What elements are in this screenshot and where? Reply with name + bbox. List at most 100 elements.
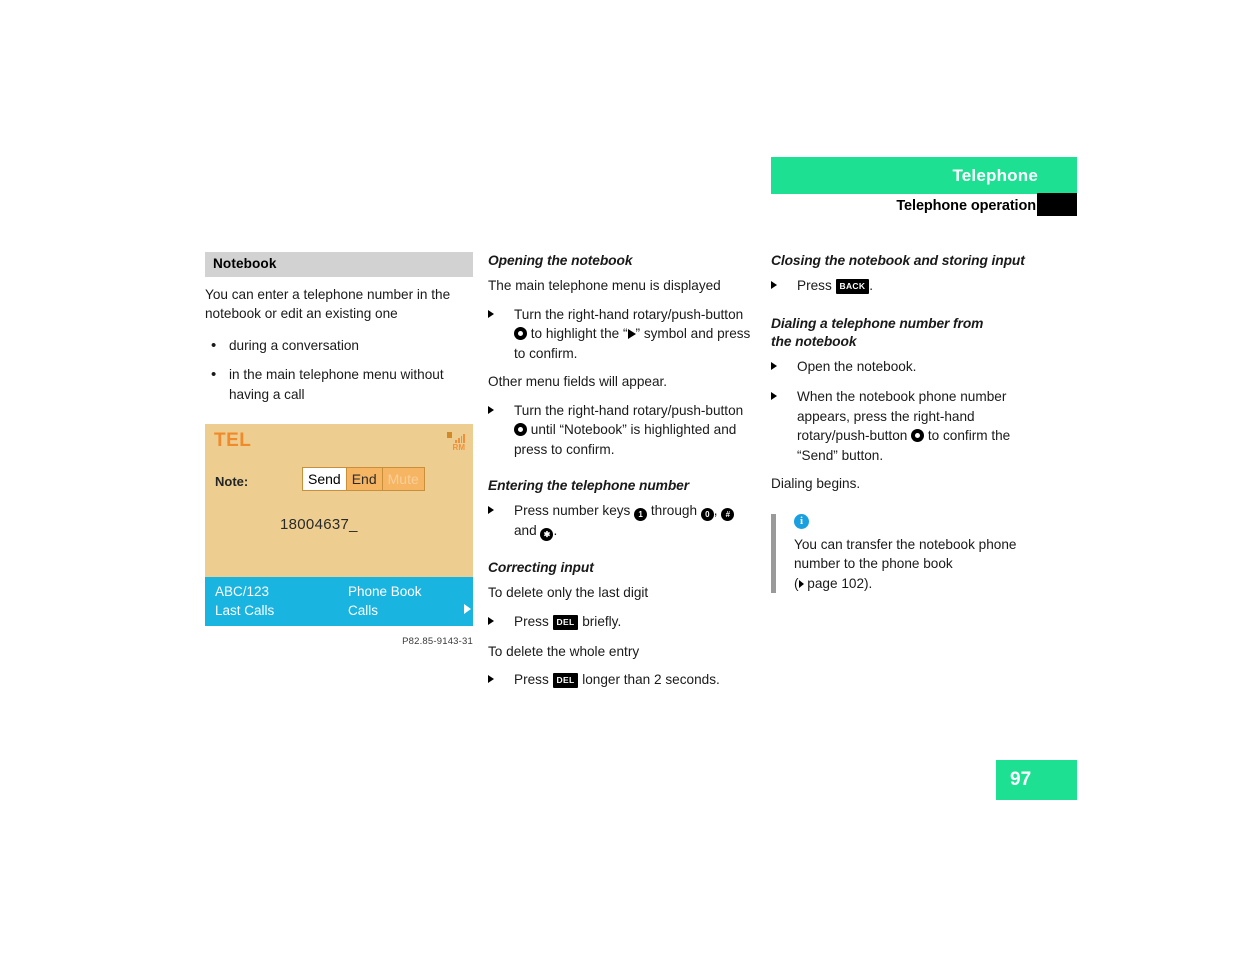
key-back-icon: BACK	[835, 279, 870, 294]
step-text-part-2: .	[869, 278, 874, 293]
chapter-thumb-tab	[1037, 193, 1077, 216]
step-text-part-1: Press number keys	[514, 503, 631, 518]
column-left: Notebook You can enter a telephone numbe…	[205, 252, 473, 652]
step-text-part-1: Press	[797, 278, 832, 293]
step-text-part-2: to highlight the “	[530, 326, 628, 341]
key-del-icon: DEL	[552, 614, 579, 630]
step-turn-rotary-notebook: Turn the right-hand rotary/push-button u…	[488, 401, 756, 460]
heading-closing-notebook: Closing the notebook and storing input	[771, 253, 1025, 268]
opening-intro-text: The main telephone menu is displayed	[488, 278, 721, 293]
signal-indicator: RM	[446, 432, 465, 452]
step-text: Press BACK.	[797, 276, 1039, 297]
step-arrow-icon	[488, 305, 514, 364]
step-press-back: Press BACK.	[771, 276, 1039, 297]
step-text-part-1: Turn the right-hand rotary/push-button	[514, 306, 744, 322]
section-bar-notebook: Notebook	[205, 252, 473, 277]
section-title-bar: Telephone operation	[771, 194, 1077, 217]
step-press-number-keys: Press number keys 1 through 0, # and ✱.	[488, 501, 756, 541]
screen-note-label: Note:	[215, 474, 249, 489]
column-middle: Opening the notebook The main telephone …	[488, 252, 756, 700]
bullet-dot-icon: •	[211, 336, 217, 354]
note-text-line-2: number to the phone book	[794, 556, 953, 571]
figure-head-unit-display: TEL RM Note: Send End Mute 18004637_ ABC…	[205, 424, 473, 652]
softkey-send[interactable]: Send	[303, 468, 347, 490]
list-item: • in the main telephone menu without hav…	[205, 365, 473, 404]
step-text: Press DEL longer than 2 seconds.	[514, 670, 756, 691]
screen-mode-label: TEL	[214, 430, 252, 451]
list-item: • during a conversation	[205, 336, 473, 356]
heading-opening-notebook: Opening the notebook	[488, 253, 633, 268]
step-text-part-1: Turn the right-hand rotary/push-button	[514, 402, 744, 418]
note-side-bar	[771, 513, 776, 593]
step-text-part-2: through	[650, 503, 698, 518]
rotary-push-button-icon	[911, 429, 925, 442]
step-arrow-icon	[771, 387, 797, 465]
note-text-line-1: You can transfer the notebook phone	[794, 536, 1017, 552]
page-header: Telephone Telephone operation	[771, 157, 1077, 217]
heading-dialing-from-notebook: Dialing a telephone number from the note…	[771, 315, 1039, 351]
dialing-begins-text: Dialing begins.	[771, 476, 861, 491]
step-text: Press number keys 1 through 0, # and ✱.	[514, 501, 756, 541]
notebook-bullet-list: • during a conversation • in the main te…	[205, 336, 473, 405]
page-number-badge: 97	[996, 760, 1077, 800]
step-text-part-1: Press	[514, 672, 549, 687]
list-item-label: during a conversation	[229, 337, 359, 353]
rotary-push-button-icon	[514, 423, 527, 436]
signal-bars-icon	[446, 432, 465, 443]
chapter-title: Telephone	[952, 165, 1038, 185]
heading-line-1: Dialing a telephone number from	[771, 316, 984, 331]
step-arrow-icon	[488, 612, 514, 633]
screen-menu-row-top: ABC/123 Phone Book	[215, 582, 463, 602]
step-text-part-2: longer than 2 seconds.	[582, 672, 720, 687]
heading-line-2: the notebook	[771, 334, 857, 349]
step-arrow-icon	[771, 276, 797, 297]
step-text-part-2: until “Notebook” is highlighted and pres…	[514, 422, 737, 457]
screen-menu-bar: ABC/123 Phone Book Last Calls Calls	[205, 577, 473, 626]
key-0-icon: 0	[700, 508, 714, 521]
step-text-part-1: Press	[514, 613, 549, 629]
chevron-right-icon[interactable]	[464, 604, 471, 614]
info-note: i You can transfer the notebook phone nu…	[771, 513, 1039, 594]
note-body: i You can transfer the notebook phone nu…	[794, 513, 1039, 594]
column-right: Closing the notebook and storing input P…	[771, 252, 1039, 593]
list-item-label: in the main telephone menu without havin…	[229, 367, 444, 402]
screen-number-entry: 18004637_	[280, 516, 358, 533]
key-del-icon: DEL	[552, 673, 579, 688]
softkey-mute[interactable]: Mute	[383, 468, 424, 490]
step-text: When the notebook phone number appears, …	[797, 387, 1039, 465]
softkey-end[interactable]: End	[347, 468, 383, 490]
step-confirm-send: When the notebook phone number appears, …	[771, 387, 1039, 465]
screen-menu-last-calls[interactable]: Last Calls	[215, 601, 348, 621]
key-1-icon: 1	[634, 508, 648, 521]
step-arrow-icon	[488, 670, 514, 691]
correct-intro-whole-entry: To delete the whole entry	[488, 643, 640, 659]
chapter-title-bar: Telephone	[771, 157, 1077, 194]
screen-menu-abc123[interactable]: ABC/123	[215, 582, 348, 602]
correct-intro-last-digit: To delete only the last digit	[488, 585, 649, 600]
screen-menu-row-bottom: Last Calls Calls	[215, 601, 463, 621]
step-turn-rotary-highlight: Turn the right-hand rotary/push-button t…	[488, 305, 756, 364]
key-star-icon: ✱	[540, 528, 554, 541]
step-text: Turn the right-hand rotary/push-button u…	[514, 401, 756, 460]
figure-caption: P82.85-9143-31	[402, 636, 473, 647]
step-arrow-icon	[488, 401, 514, 460]
step-text: Open the notebook.	[797, 359, 917, 374]
play-triangle-icon	[627, 329, 636, 339]
heading-correcting-input: Correcting input	[488, 560, 594, 575]
head-unit-screen: TEL RM Note: Send End Mute 18004637_ ABC…	[205, 424, 473, 626]
step-press-del-long: Press DEL longer than 2 seconds.	[488, 670, 756, 691]
roaming-label: RM	[452, 443, 465, 452]
step-arrow-icon	[771, 357, 797, 378]
notebook-intro: You can enter a telephone number in the …	[205, 286, 451, 322]
key-hash-icon: #	[721, 508, 735, 521]
note-reference-post: page 102).	[803, 575, 873, 591]
screen-menu-phone-book[interactable]: Phone Book	[348, 582, 463, 602]
step-text-part-3: and	[514, 523, 537, 538]
rotary-push-button-icon	[514, 327, 527, 340]
heading-entering-number: Entering the telephone number	[488, 478, 690, 493]
screen-menu-calls[interactable]: Calls	[348, 601, 463, 621]
step-text-part-2: briefly.	[582, 613, 622, 629]
step-result-other-menu-fields: Other menu fields will appear.	[488, 374, 668, 389]
step-text: Turn the right-hand rotary/push-button t…	[514, 305, 756, 364]
battery-icon	[446, 432, 453, 438]
